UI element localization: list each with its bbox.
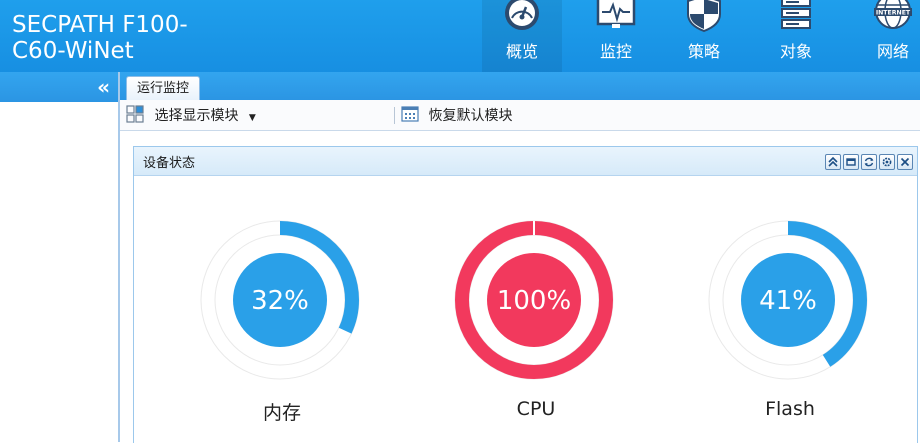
close-panel-button[interactable] bbox=[897, 154, 913, 170]
refresh-icon bbox=[864, 157, 874, 167]
nav-monitor-label: 监控 bbox=[599, 42, 632, 61]
nav-overview[interactable]: 概览 bbox=[482, 0, 562, 72]
maximize-icon bbox=[846, 158, 856, 166]
cpu-gauge: 100% bbox=[454, 220, 614, 380]
maximize-panel-button[interactable] bbox=[843, 154, 859, 170]
collapse-sidebar-button[interactable]: « bbox=[97, 76, 110, 98]
close-icon bbox=[900, 157, 910, 167]
flash-gauge: 41% bbox=[708, 220, 868, 380]
tab-strip: 运行监控 bbox=[120, 72, 920, 101]
dashboard-icon bbox=[505, 0, 539, 30]
flash-gauge-value: 41% bbox=[759, 286, 817, 316]
monitor-icon bbox=[596, 0, 636, 28]
internet-globe-icon: INTERNET bbox=[874, 0, 912, 29]
module-grid-icon bbox=[126, 105, 144, 123]
nav-monitor[interactable]: 监控 bbox=[576, 0, 656, 72]
sidebar-header: « bbox=[0, 72, 118, 102]
dropdown-arrow-icon: ▼ bbox=[248, 113, 256, 123]
device-title-line2: C60-WiNet bbox=[12, 38, 134, 64]
server-icon bbox=[781, 0, 811, 29]
collapse-panel-button[interactable] bbox=[825, 154, 841, 170]
restore-default-label: 恢复默认模块 bbox=[428, 108, 513, 124]
flash-gauge-label: Flash bbox=[765, 398, 815, 420]
settings-panel-button[interactable] bbox=[879, 154, 895, 170]
panel-header: 设备状态 bbox=[134, 147, 917, 176]
internet-icon-text: INTERNET bbox=[876, 10, 911, 17]
nav-objects-label: 对象 bbox=[779, 42, 812, 61]
shield-icon bbox=[687, 0, 721, 33]
toolbar-divider bbox=[394, 107, 395, 124]
left-sidebar: « bbox=[0, 72, 120, 442]
refresh-panel-button[interactable] bbox=[861, 154, 877, 170]
memory-gauge-value: 32% bbox=[251, 286, 309, 316]
select-modules-label: 选择显示模块 bbox=[154, 108, 239, 124]
device-title-line1: SECPATH F100- bbox=[12, 12, 188, 38]
select-modules-button[interactable]: 选择显示模块 ▼ bbox=[126, 105, 256, 125]
nav-network[interactable]: INTERNET 网络 bbox=[853, 0, 920, 72]
nav-overview-label: 概览 bbox=[505, 42, 538, 61]
nav-network-label: 网络 bbox=[876, 42, 909, 61]
gear-icon bbox=[882, 157, 892, 167]
panel-controls bbox=[823, 154, 913, 170]
nav-policy[interactable]: 策略 bbox=[664, 0, 744, 72]
restore-grid-icon bbox=[401, 106, 419, 122]
restore-default-modules-button[interactable]: 恢复默认模块 bbox=[401, 105, 512, 125]
device-title: SECPATH F100- C60-WiNet bbox=[12, 12, 188, 64]
nav-policy-label: 策略 bbox=[687, 42, 720, 61]
panel-title: 设备状态 bbox=[143, 156, 196, 171]
top-header: SECPATH F100- C60-WiNet 概览 监控 策略 对象 INTE… bbox=[0, 0, 920, 72]
chevron-up-icon bbox=[828, 156, 838, 167]
module-toolbar: 选择显示模块 ▼ 恢复默认模块 bbox=[120, 100, 920, 131]
cpu-gauge-value: 100% bbox=[497, 286, 571, 316]
tab-run-monitor[interactable]: 运行监控 bbox=[126, 76, 201, 101]
cpu-gauge-label: CPU bbox=[516, 398, 556, 420]
memory-gauge-label: 内存 bbox=[262, 402, 301, 424]
nav-objects[interactable]: 对象 bbox=[756, 0, 836, 72]
memory-gauge: 32% bbox=[200, 220, 360, 380]
